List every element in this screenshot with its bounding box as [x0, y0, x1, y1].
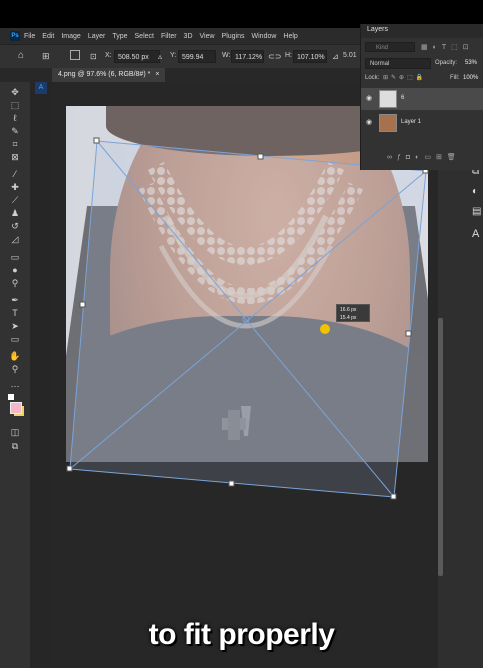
eye-icon[interactable]: ◉ — [366, 119, 374, 127]
fill-label: Fill: — [450, 75, 460, 81]
opacity-label: Opacity: — [435, 60, 458, 66]
x-label: X: — [105, 52, 112, 59]
height-field[interactable]: 107.10% — [293, 50, 327, 63]
tooltip-line-2: 15.4 px — [340, 315, 357, 321]
fill-value[interactable]: 100% — [463, 75, 478, 81]
crop-tool-icon[interactable]: ⌗ — [9, 138, 21, 150]
layer-thumbnail — [379, 114, 397, 132]
menu-window[interactable]: Window — [252, 33, 277, 40]
reference-point-icon[interactable]: ⊞ — [42, 51, 50, 62]
y-field[interactable]: 599.94 px — [178, 50, 216, 74]
layers-panel: Layers Kind ▦◐T⬚⊡ Normal Opacity: 53% Lo… — [360, 24, 483, 170]
more-tools-icon[interactable]: ⋯ — [9, 380, 21, 392]
link-icon[interactable]: ⊂⊃ — [268, 52, 281, 61]
menu-layer[interactable]: Layer — [88, 33, 106, 40]
photoshop-logo-icon: Ps — [10, 31, 20, 41]
dodge-tool-icon[interactable]: ⚲ — [9, 277, 21, 289]
frame-tool-icon[interactable]: ⊠ — [9, 151, 21, 163]
document-tab-title: 4.png @ 97.6% (6, RGB/8#) * — [58, 71, 151, 78]
default-colors-icon[interactable] — [8, 394, 14, 400]
panel-strip: A — [30, 82, 52, 668]
reference-checkbox[interactable] — [70, 50, 80, 60]
video-caption: to fit properly — [148, 618, 335, 651]
x-field[interactable]: 508.50 px — [114, 50, 160, 63]
lasso-tool-icon[interactable]: ℓ — [9, 112, 21, 124]
move-tool-icon[interactable]: ✥ — [9, 86, 21, 98]
artboard-icon[interactable]: A — [35, 82, 47, 94]
blend-mode-select[interactable]: Normal — [365, 58, 431, 69]
pen-tool-icon[interactable]: ✒ — [9, 294, 21, 306]
reference-grid-icon[interactable]: ⊡ — [90, 52, 97, 61]
layer-thumbnail — [379, 90, 397, 108]
layer-row[interactable]: ◉ 6 — [361, 88, 483, 110]
quick-mask-icon[interactable]: ◫ — [9, 426, 21, 438]
layer-filter-icons[interactable]: ▦◐T⬚⊡ — [421, 43, 474, 51]
menu-help[interactable]: Help — [283, 33, 297, 40]
clone-stamp-icon[interactable]: ♟ — [9, 207, 21, 219]
angle-field[interactable]: 5.01 — [343, 52, 357, 59]
menu-view[interactable]: View — [200, 33, 215, 40]
document-tab-bar: 4.png @ 97.6% (6, RGB/8#) * × — [0, 68, 360, 82]
layer-filter-input[interactable]: Kind — [365, 42, 415, 52]
menu-image[interactable]: Image — [61, 33, 80, 40]
healing-brush-icon[interactable]: ✚ — [9, 181, 21, 193]
layers-header: Layers — [361, 24, 483, 38]
transform-tooltip: 16.6 px 15.4 px — [336, 304, 370, 322]
type-tool-icon[interactable]: T — [9, 307, 21, 319]
foreground-color-swatch[interactable] — [10, 402, 22, 414]
hand-tool-icon[interactable]: ✋ — [9, 350, 21, 362]
close-tab-icon[interactable]: × — [155, 68, 159, 82]
width-field[interactable]: 117.12% — [231, 50, 264, 63]
w-label: W: — [222, 52, 231, 59]
layer-name: Layer 1 — [401, 119, 422, 125]
menu-3d[interactable]: 3D — [184, 33, 193, 40]
marquee-tool-icon[interactable]: ⬚ — [9, 99, 21, 111]
document-tab[interactable]: 4.png @ 97.6% (6, RGB/8#) * × — [52, 68, 166, 82]
menu-type[interactable]: Type — [112, 33, 127, 40]
panel-icon-3[interactable]: ▤ — [472, 206, 481, 217]
vertical-scrollbar[interactable] — [438, 318, 443, 576]
menu-filter[interactable]: Filter — [161, 33, 177, 40]
layers-title: Layers — [367, 26, 389, 33]
menu-bar: Ps File Edit Image Layer Type Select Fil… — [0, 28, 360, 44]
rectangle-tool-icon[interactable]: ▭ — [9, 333, 21, 345]
menu-plugins[interactable]: Plugins — [222, 33, 245, 40]
character-panel-icon[interactable]: A — [472, 228, 479, 240]
eye-icon[interactable]: ◉ — [366, 95, 374, 103]
menu-select[interactable]: Select — [135, 33, 154, 40]
history-brush-icon[interactable]: ↺ — [9, 220, 21, 232]
brush-tool-icon[interactable]: ⟋ — [9, 194, 21, 206]
menu-file[interactable]: File — [24, 33, 35, 40]
toolbar: ✥ ⬚ ℓ ✎ ⌗ ⊠ ⁄ ✚ ⟋ ♟ ↺ ◿ ▭ ● ⚲ ✒ T ➤ ▭ ✋ … — [0, 82, 31, 668]
h-label: H: — [285, 52, 292, 59]
options-bar: ⌂ ⊞ ⊡ X: 508.50 px ▵ Y: 599.94 px W: 117… — [0, 44, 360, 74]
gradient-tool-icon[interactable]: ▭ — [9, 251, 21, 263]
home-icon[interactable]: ⌂ — [18, 50, 24, 61]
layers-footer-icons[interactable]: ∞ƒ◘◐▭⊞🗑 — [387, 153, 461, 161]
layer-name: 6 — [401, 95, 405, 101]
blur-tool-icon[interactable]: ● — [9, 264, 21, 276]
lock-label: Lock: — [365, 75, 380, 81]
opacity-value[interactable]: 53% — [465, 60, 477, 66]
tooltip-line-1: 16.6 px — [340, 307, 357, 313]
menu-edit[interactable]: Edit — [42, 33, 54, 40]
lock-icons[interactable]: ⊞✎⊕⬚🔒 — [383, 74, 426, 81]
eraser-tool-icon[interactable]: ◿ — [9, 233, 21, 245]
screen-mode-icon[interactable]: ⧉ — [9, 440, 21, 452]
eyedropper-tool-icon[interactable]: ⁄ — [9, 168, 21, 180]
delta-icon[interactable]: ▵ — [158, 52, 162, 61]
layer-row[interactable]: ◉ Layer 1 — [361, 112, 483, 134]
cursor-indicator — [320, 324, 330, 334]
path-select-icon[interactable]: ➤ — [9, 320, 21, 332]
y-label: Y: — [170, 52, 177, 59]
zoom-tool-icon[interactable]: ⚲ — [9, 363, 21, 375]
quick-select-tool-icon[interactable]: ✎ — [9, 125, 21, 137]
angle-icon: ⊿ — [332, 52, 339, 61]
panel-icon-2[interactable]: ◐ — [472, 186, 478, 197]
